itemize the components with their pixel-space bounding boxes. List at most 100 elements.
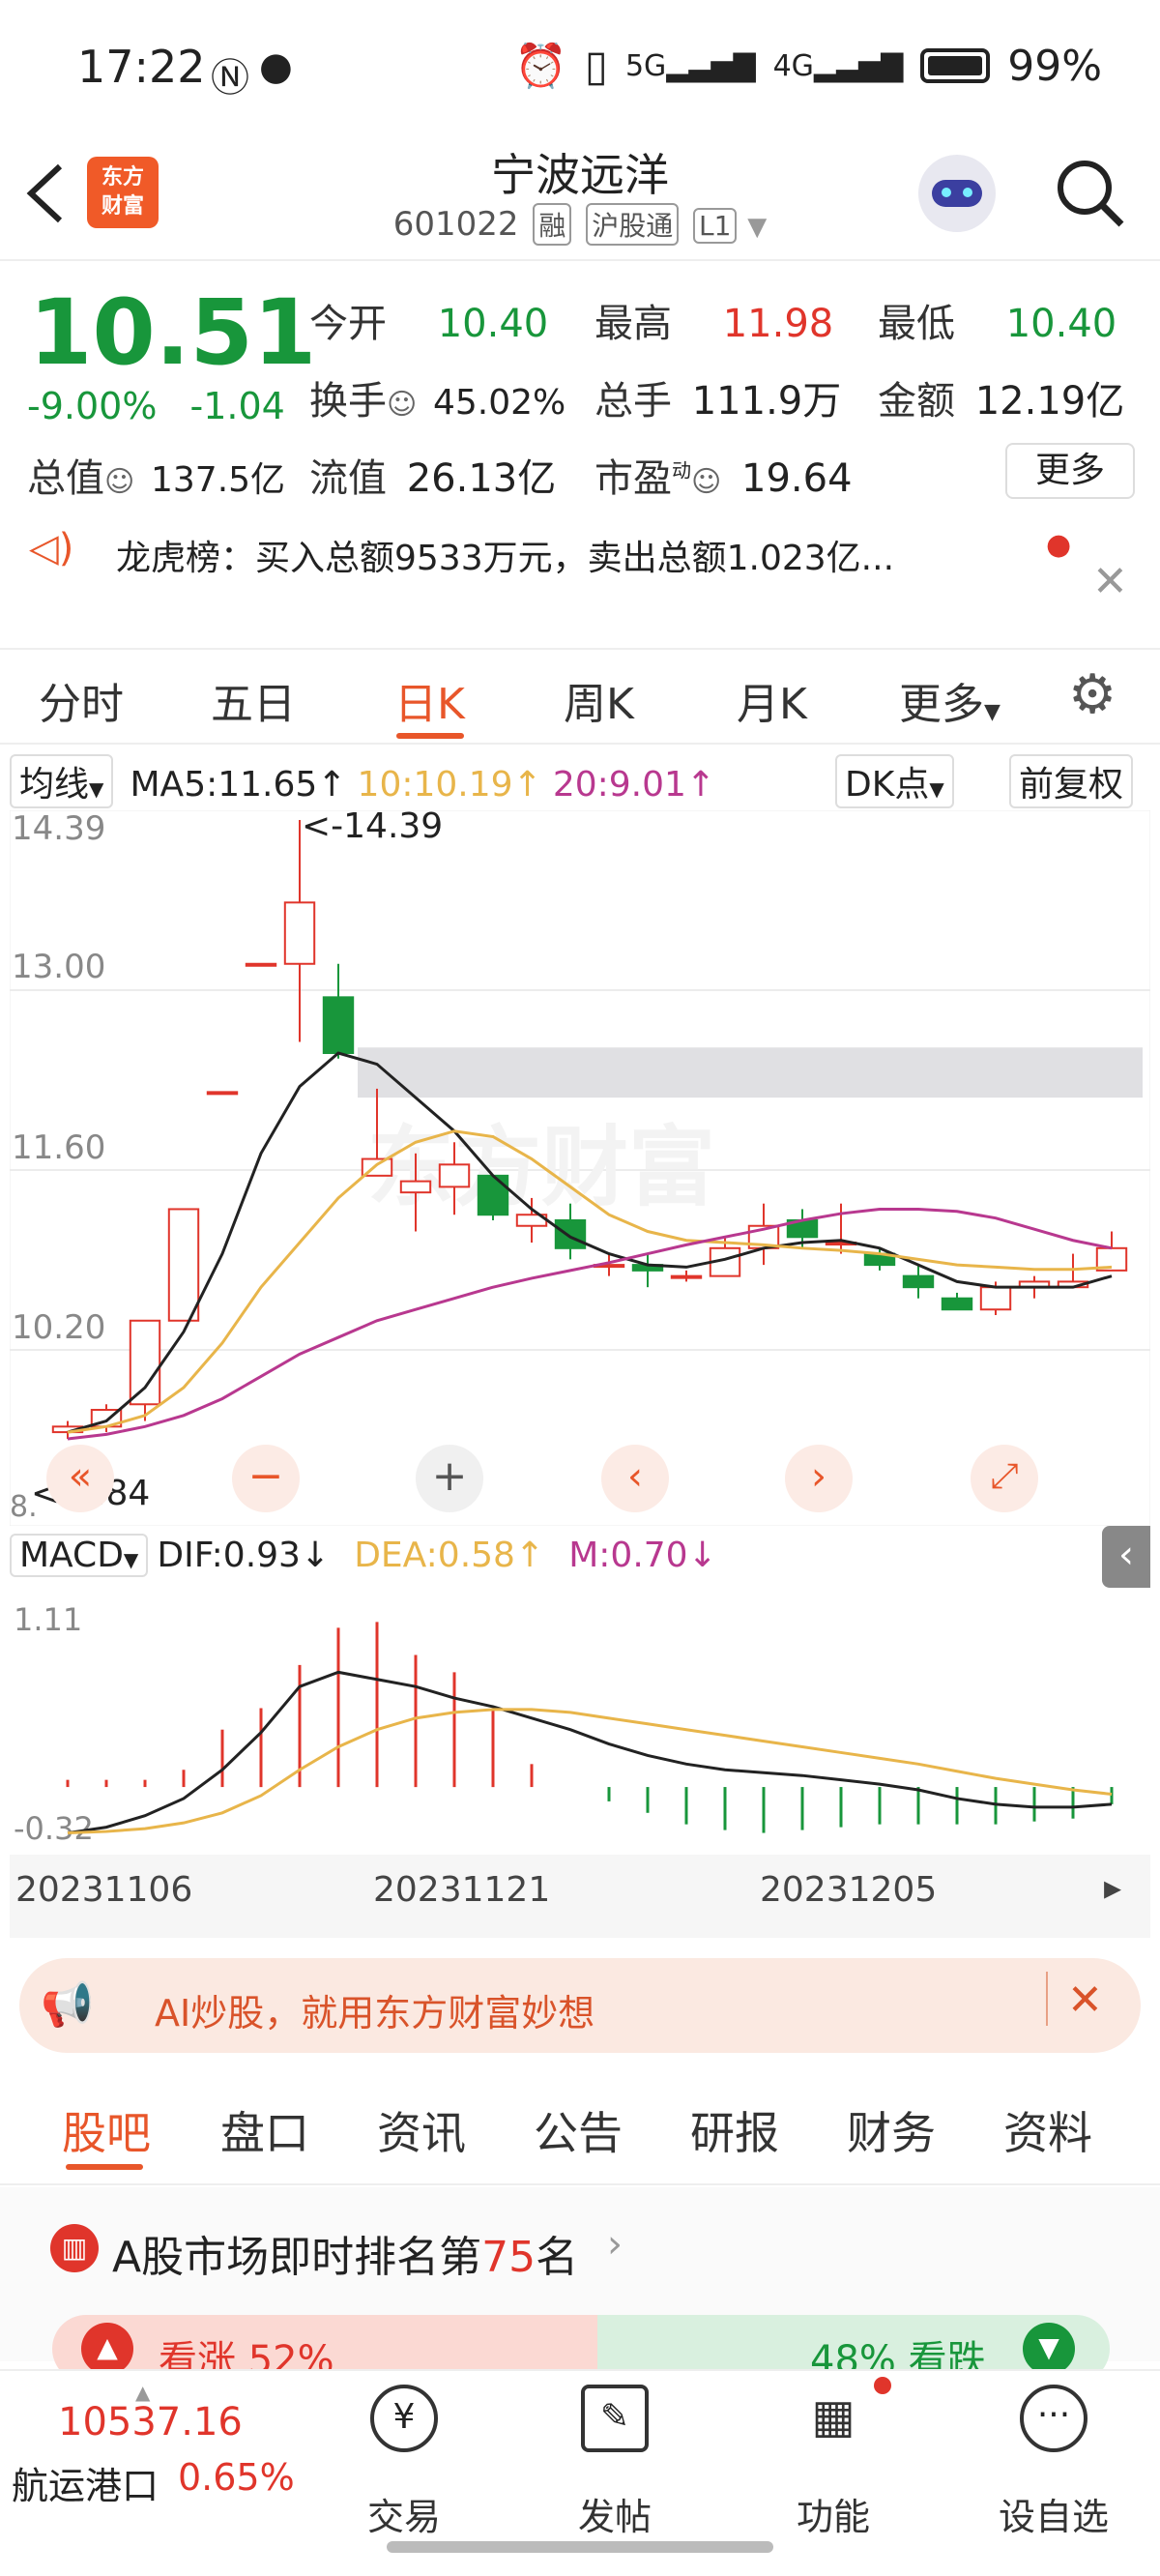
status-right: ⏰ ▯ 5G▂▃▅▇ 4G▂▃▅▇ 99% bbox=[513, 41, 1102, 92]
edit-pencil-icon: ✎ bbox=[581, 2385, 649, 2452]
tab-daily-k[interactable]: 日K bbox=[394, 669, 465, 731]
adjust-selector[interactable]: 前复权 bbox=[1009, 754, 1134, 808]
tab-announcements[interactable]: 公告 bbox=[534, 2098, 623, 2162]
turnover-value: 45.02% bbox=[433, 383, 566, 423]
scroll-left-fast-icon[interactable]: « bbox=[46, 1445, 114, 1512]
scroll-right-icon[interactable]: › bbox=[785, 1445, 853, 1512]
close-icon[interactable]: ✕ bbox=[1092, 557, 1128, 606]
tab-more-label: 更多 bbox=[899, 680, 984, 729]
connect-tag: 沪股通 bbox=[586, 203, 680, 246]
tab-active-indicator bbox=[66, 2164, 143, 2170]
current-price: 10.51 bbox=[29, 280, 317, 386]
index-value[interactable]: 10537.16 bbox=[58, 2400, 243, 2444]
zoom-out-icon[interactable]: − bbox=[232, 1445, 300, 1512]
close-icon[interactable]: ✕ bbox=[1067, 1976, 1103, 2025]
tab-weekly-k[interactable]: 周K bbox=[564, 669, 634, 731]
ad-text: AI炒股，就用东方财富妙想 bbox=[155, 1992, 595, 2034]
chevron-down-icon: ▼ bbox=[747, 213, 768, 242]
pe-item: 市盈动☺ 19.64 bbox=[594, 447, 853, 503]
functions-button[interactable]: ▦ 功能 bbox=[785, 2371, 891, 2574]
tab-profile[interactable]: 资料 bbox=[1003, 2098, 1092, 2162]
stock-code: 601022 bbox=[392, 205, 519, 244]
date-axis: 20231106 20231121 20231205 ▸ bbox=[10, 1855, 1150, 1938]
low-label: 最低 bbox=[878, 302, 955, 346]
zoom-in-icon[interactable]: + bbox=[416, 1445, 483, 1512]
scroll-right-arrow-icon[interactable]: ▸ bbox=[1104, 1868, 1121, 1908]
high-value: 11.98 bbox=[722, 302, 834, 346]
kline-chart[interactable]: 东方财富 14.39 13.00 11.60 10.20 <-14.39 <-8… bbox=[10, 810, 1150, 1526]
candle bbox=[245, 962, 277, 967]
tab-research[interactable]: 研报 bbox=[690, 2098, 779, 2162]
rank-prefix: A股市场即时排名第 bbox=[112, 2233, 482, 2282]
nfc-icon: Ⓝ bbox=[211, 56, 249, 101]
y-label-4: 10.20 bbox=[12, 1308, 105, 1347]
open-item: 今开 10.40 bbox=[309, 292, 548, 348]
more-button[interactable]: 更多 bbox=[1005, 443, 1135, 499]
scroll-left-icon[interactable]: ‹ bbox=[601, 1445, 669, 1512]
chevron-down-icon: ▼ bbox=[984, 700, 1000, 724]
tab-intraday[interactable]: 分时 bbox=[39, 669, 124, 731]
info-icon: ☺ bbox=[104, 465, 135, 499]
candle bbox=[167, 1208, 200, 1322]
notice-bar[interactable]: ◁) 龙虎榜：买入总额9533万元，卖出总额1.023亿... ● ✕ bbox=[0, 522, 1160, 606]
high-label: 最高 bbox=[594, 302, 672, 346]
candle bbox=[477, 1174, 509, 1220]
5g-signal-icon: 5G▂▃▅▇ bbox=[624, 48, 756, 83]
y-label-2: 13.00 bbox=[12, 948, 105, 986]
4g-signal-icon: 4G▂▃▅▇ bbox=[772, 48, 904, 83]
tab-five-day[interactable]: 五日 bbox=[211, 669, 296, 731]
tab-pankou[interactable]: 盘口 bbox=[220, 2098, 309, 2162]
home-indicator bbox=[387, 2541, 773, 2553]
macd-m-value: M:0.70↓ bbox=[568, 1536, 717, 1575]
side-panel-toggle-icon[interactable]: ‹ bbox=[1102, 1526, 1150, 1588]
alarm-icon: ⏰ bbox=[513, 42, 567, 91]
float-item: 流值 26.13亿 bbox=[309, 447, 556, 503]
kline-indicator-row: 均线▼ MA5:11.65↑ 10:10.19↑ 20:9.01↑ bbox=[10, 754, 715, 808]
add-watchlist-button[interactable]: ··· 设自选 bbox=[986, 2371, 1121, 2574]
macd-selector-label: MACD bbox=[19, 1536, 124, 1575]
yuan-exchange-icon: ¥ bbox=[370, 2385, 438, 2452]
candle bbox=[206, 1091, 239, 1096]
battery-level: 99% bbox=[1007, 41, 1102, 91]
vibrate-icon: ▯ bbox=[584, 41, 608, 91]
chart-period-tabs: 分时 五日 日K 周K 月K 更多▼ ⚙ bbox=[0, 648, 1160, 745]
date-label-1: 20231106 bbox=[15, 1870, 193, 1910]
notice-text: 龙虎榜：买入总额9533万元，卖出总额1.023亿... bbox=[116, 539, 895, 578]
settings-gear-icon[interactable]: ⚙ bbox=[1068, 663, 1116, 726]
rank-number: 75 bbox=[481, 2233, 536, 2282]
dk-point-selector[interactable]: DK点▼ bbox=[835, 754, 954, 808]
tab-guba[interactable]: 股吧 bbox=[62, 2098, 151, 2162]
thumbs-up-icon: ▲ bbox=[81, 2323, 133, 2375]
volume-value: 111.9万 bbox=[691, 379, 842, 424]
grid-icon: ▦ bbox=[811, 2389, 856, 2444]
tab-finance[interactable]: 财务 bbox=[847, 2098, 936, 2162]
volume-label: 总手 bbox=[594, 379, 672, 424]
rank-section[interactable]: ▥ A股市场即时排名第75名 › ▲ 看涨 52% 48% 看跌 ▼ bbox=[0, 2187, 1160, 2383]
ma-selector[interactable]: 均线▼ bbox=[10, 754, 114, 808]
ma-selector-label: 均线 bbox=[19, 765, 90, 805]
change-percent: -9.00% bbox=[27, 385, 158, 427]
pe-label: 市盈 bbox=[594, 456, 672, 501]
chevron-down-icon: ▼ bbox=[89, 777, 104, 801]
fullscreen-icon[interactable]: ⤢ bbox=[971, 1445, 1038, 1512]
search-icon[interactable] bbox=[1054, 157, 1127, 230]
min-price-label: 8. bbox=[10, 1490, 38, 1524]
mktcap-label: 总值 bbox=[27, 456, 104, 501]
high-item: 最高 11.98 bbox=[594, 292, 833, 348]
tab-news[interactable]: 资讯 bbox=[377, 2098, 466, 2162]
tab-more[interactable]: 更多▼ bbox=[899, 669, 1000, 731]
tab-monthly-k[interactable]: 月K bbox=[737, 669, 807, 731]
macd-selector[interactable]: MACD▼ bbox=[10, 1534, 149, 1577]
index-name[interactable]: 航运港口 bbox=[12, 2456, 159, 2509]
assistant-robot-icon[interactable] bbox=[918, 155, 996, 232]
bottom-toolbar: ▲ 10537.16 航运港口 0.65% ¥ 交易 ✎ 发帖 ▦ 功能 ···… bbox=[0, 2369, 1160, 2576]
ai-ad-banner[interactable]: 📢 AI炒股，就用东方财富妙想 ✕ bbox=[19, 1958, 1141, 2053]
amount-value: 12.19亿 bbox=[974, 379, 1125, 424]
index-change: 0.65% bbox=[178, 2456, 295, 2499]
rank-text: A股市场即时排名第75名 bbox=[112, 2222, 578, 2284]
margin-tag: 融 bbox=[533, 203, 572, 246]
open-value: 10.40 bbox=[437, 302, 549, 346]
macd-chart[interactable]: 1.11 -0.32 bbox=[10, 1595, 1150, 1857]
dk-label: DK点 bbox=[845, 765, 930, 805]
megaphone-icon: 📢 bbox=[41, 1980, 94, 2030]
